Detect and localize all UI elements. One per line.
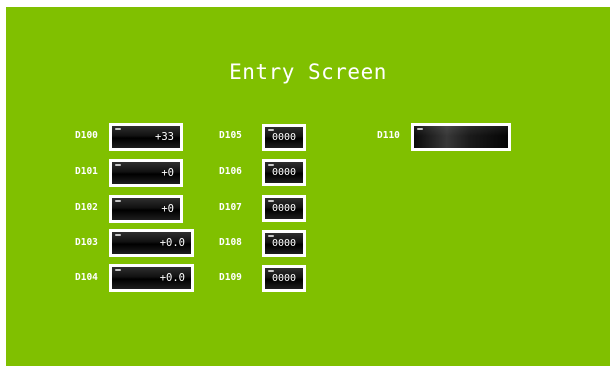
value-d100: +33 [112,126,180,148]
input-d102[interactable]: +0 [109,195,183,223]
input-d109[interactable]: 0000 [262,265,306,292]
screen-title: Entry Screen [229,60,387,84]
value-d105: 0000 [265,127,303,148]
input-d103[interactable]: +0.0 [109,229,194,257]
label-d107: D107 [219,202,242,213]
value-d106: 0000 [265,162,303,183]
entry-screen: Entry Screen D100 +33 D101 +0 D102 +0 D1… [6,7,610,366]
label-d106: D106 [219,166,242,177]
label-d109: D109 [219,272,242,283]
label-d102: D102 [75,202,98,213]
value-d101: +0 [112,162,180,184]
input-d108[interactable]: 0000 [262,230,306,257]
input-d100[interactable]: +33 [109,123,183,151]
input-d107[interactable]: 0000 [262,195,306,222]
input-d101[interactable]: +0 [109,159,183,187]
value-d103: +0.0 [112,232,191,254]
value-d109: 0000 [265,268,303,289]
label-d105: D105 [219,130,242,141]
input-d104[interactable]: +0.0 [109,264,194,292]
input-d106[interactable]: 0000 [262,159,306,186]
value-d107: 0000 [265,198,303,219]
value-d108: 0000 [265,233,303,254]
label-d103: D103 [75,237,98,248]
input-d105[interactable]: 0000 [262,124,306,151]
label-d100: D100 [75,130,98,141]
label-d104: D104 [75,272,98,283]
value-d110 [414,126,508,148]
label-d101: D101 [75,166,98,177]
label-d110: D110 [377,130,400,141]
input-d110[interactable] [411,123,511,151]
value-d104: +0.0 [112,267,191,289]
value-d102: +0 [112,198,180,220]
label-d108: D108 [219,237,242,248]
